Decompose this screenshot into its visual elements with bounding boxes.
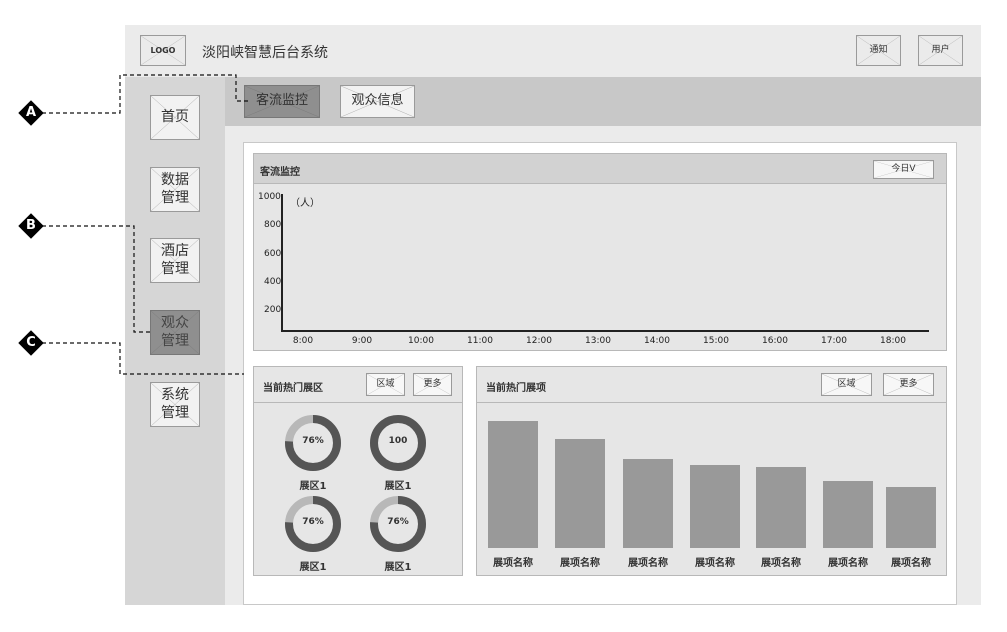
sidebar-item-label: 数据 管理 (161, 172, 189, 206)
zone-label: 展区1 (384, 481, 412, 492)
traffic-panel-title: 客流监控 (260, 167, 300, 178)
exhibit-bar-label: 展项名称 (828, 558, 868, 569)
zone-ring-value: 100 (388, 436, 408, 446)
tab-traffic-monitor-label: 客流监控 (255, 93, 308, 109)
zone-ring-value: 76% (302, 436, 324, 446)
traffic-panel-header (253, 153, 947, 184)
tab-audience-info-label: 观众信息 (351, 93, 404, 109)
hot-zones-region-label: 区域 (376, 378, 395, 389)
tab-bar (225, 77, 981, 126)
sidebar-item-data-management[interactable]: 数据 管理 (150, 167, 200, 212)
x-tick-label: 9:00 (351, 336, 373, 346)
sidebar-item-label: 系统 管理 (161, 387, 189, 421)
exhibit-bar (823, 481, 873, 548)
chart-x-axis (281, 330, 929, 332)
y-tick-label: 1000 (258, 192, 281, 202)
x-tick-label: 8:00 (292, 336, 314, 346)
hot-zones-region-button[interactable]: 区域 (366, 373, 405, 396)
sidebar-item-label: 观众 管理 (161, 315, 189, 349)
exhibit-bar (886, 487, 936, 548)
exhibit-bar-label: 展项名称 (761, 558, 801, 569)
exhibit-bar-label: 展项名称 (891, 558, 931, 569)
y-tick-label: 200 (264, 305, 282, 315)
x-tick-label: 12:00 (526, 336, 552, 346)
exhibit-bar-label: 展项名称 (560, 558, 600, 569)
sidebar-item-audience-management[interactable]: 观众 管理 (150, 310, 200, 355)
exhibit-bar-label: 展项名称 (493, 558, 533, 569)
x-tick-label: 17:00 (821, 336, 847, 346)
sidebar-item-label: 酒店 管理 (161, 243, 189, 277)
y-tick-label: 600 (264, 249, 282, 259)
hot-zones-more-button[interactable]: 更多 (413, 373, 452, 396)
hot-zones-more-label: 更多 (423, 378, 442, 389)
zone-ring: 76% (368, 494, 428, 554)
notify-button[interactable]: 通知 (856, 35, 901, 66)
zone-ring: 100 (368, 413, 428, 473)
hot-items-region-label: 区域 (837, 378, 856, 389)
zone-ring-value: 76% (302, 517, 324, 527)
zone-label: 展区1 (384, 562, 412, 573)
exhibit-bar-label: 展项名称 (695, 558, 735, 569)
zone-ring: 76% (283, 494, 343, 554)
user-button-label: 用户 (931, 44, 950, 55)
logo: LOGO (140, 35, 186, 66)
user-button[interactable]: 用户 (918, 35, 963, 66)
x-tick-label: 10:00 (408, 336, 434, 346)
chart-y-axis (281, 194, 283, 332)
y-tick-label: 400 (264, 277, 282, 287)
exhibit-bar (756, 467, 806, 548)
logo-text: LOGO (150, 45, 176, 55)
hot-items-title: 当前热门展项 (486, 383, 546, 394)
hot-items-more-label: 更多 (899, 378, 918, 389)
sidebar-item-hotel-management[interactable]: 酒店 管理 (150, 238, 200, 283)
annotation-marker-a: A (18, 100, 44, 126)
exhibit-bar (488, 421, 538, 548)
sidebar-item-system-management[interactable]: 系统 管理 (150, 382, 200, 427)
exhibit-bar (555, 439, 605, 548)
x-tick-label: 13:00 (585, 336, 611, 346)
zone-label: 展区1 (299, 481, 327, 492)
annotation-marker-b: B (18, 213, 44, 239)
exhibit-bar (623, 459, 673, 548)
hot-items-more-button[interactable]: 更多 (883, 373, 934, 396)
y-tick-label: 800 (264, 220, 282, 230)
app-title: 淡阳峡智慧后台系统 (202, 45, 328, 61)
tab-traffic-monitor[interactable]: 客流监控 (244, 85, 320, 118)
x-tick-label: 16:00 (762, 336, 788, 346)
notify-button-label: 通知 (869, 44, 888, 55)
x-tick-label: 14:00 (644, 336, 670, 346)
exhibit-bar-label: 展项名称 (628, 558, 668, 569)
x-tick-label: 11:00 (467, 336, 493, 346)
date-dropdown-label: 今日V (891, 163, 916, 174)
x-tick-label: 18:00 (880, 336, 906, 346)
hot-zones-title: 当前热门展区 (263, 383, 323, 394)
sidebar-item-label: 首页 (161, 108, 189, 125)
sidebar-item-home[interactable]: 首页 (150, 95, 200, 140)
tab-audience-info[interactable]: 观众信息 (340, 85, 415, 118)
hot-items-header (476, 366, 947, 403)
hot-items-region-button[interactable]: 区域 (821, 373, 872, 396)
chart-y-unit: （人） (290, 198, 320, 209)
zone-label: 展区1 (299, 562, 327, 573)
x-tick-label: 15:00 (703, 336, 729, 346)
annotation-marker-c: C (18, 330, 44, 356)
exhibit-bar (690, 465, 740, 548)
zone-ring: 76% (283, 413, 343, 473)
date-dropdown[interactable]: 今日V (873, 160, 934, 179)
zone-ring-value: 76% (387, 517, 409, 527)
